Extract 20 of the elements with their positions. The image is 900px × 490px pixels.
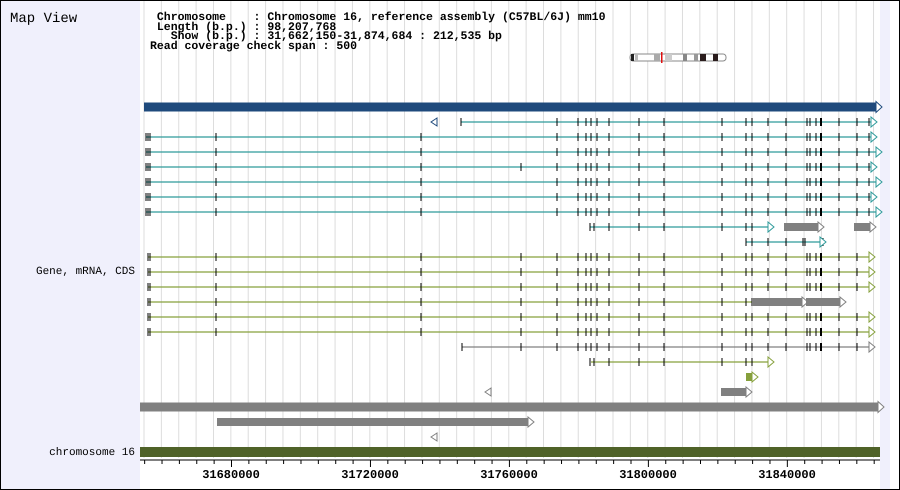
feature-bar [784, 220, 825, 234]
axis-label: 31680000 [201, 468, 261, 482]
feature-bar [854, 220, 877, 234]
axis-label: 31720000 [340, 468, 400, 482]
info-line: Length (b.p.) : 98,207,768 [156, 22, 336, 32]
info-line: Read coverage check span : 500 [150, 42, 358, 52]
feature-bar [806, 296, 847, 308]
strand-arrow-icon [430, 117, 438, 127]
feature-bar [752, 296, 809, 308]
info-line: Chromosome : Chromosome 16, reference assembly (C57BL/6J) mm10 [156, 13, 606, 23]
strand-arrow-icon [430, 432, 438, 442]
feature-bar [721, 386, 753, 398]
axis-label: 31760000 [479, 468, 539, 482]
map-view-title: Map View [10, 11, 78, 27]
axis-label: 31800000 [618, 468, 678, 482]
strand-arrow-icon [484, 387, 492, 397]
track-label: Gene, mRNA, CDS [36, 266, 135, 278]
track-label: chromosome 16 [49, 447, 135, 459]
feature-bar [746, 370, 759, 384]
axis-label: 31840000 [757, 468, 817, 482]
